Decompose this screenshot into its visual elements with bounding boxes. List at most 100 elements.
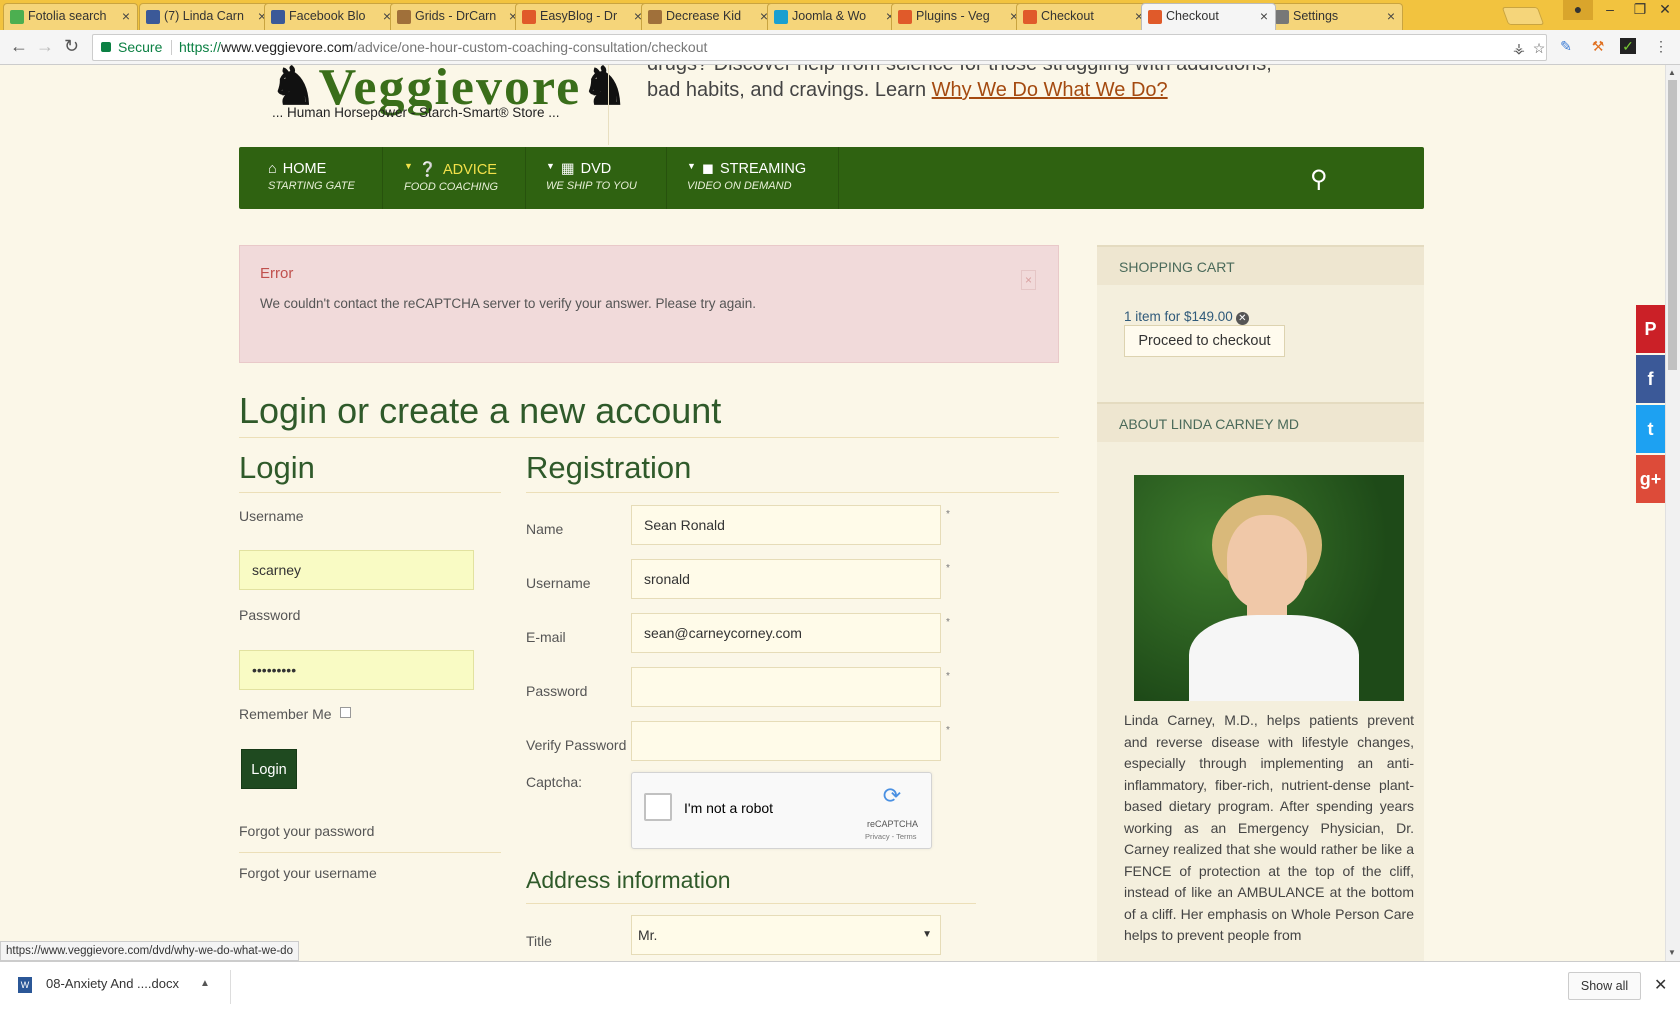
reg-verify-password-input[interactable]: [631, 721, 941, 761]
fotolia-icon: [10, 10, 24, 24]
nav-home[interactable]: ⌂ HOME STARTING GATE: [239, 147, 383, 209]
download-item[interactable]: W 08-Anxiety And ....docx: [18, 976, 179, 993]
store-tagline: ... Human Horsepower - Starch-Smart® Sto…: [272, 105, 560, 120]
veggievore-icon: [522, 10, 536, 24]
recaptcha-brand: reCAPTCHA: [867, 819, 919, 829]
tab-close-icon[interactable]: ×: [1387, 4, 1395, 29]
error-message: We couldn't contact the reCAPTCHA server…: [260, 296, 757, 311]
close-icon[interactable]: ×: [1021, 270, 1036, 290]
url-input[interactable]: Secure https://www.veggievore.com/advice…: [92, 34, 1547, 61]
header-intro: drugs? Discover help from science for th…: [647, 65, 1272, 101]
hammer-extension-icon[interactable]: ⚒: [1590, 38, 1606, 54]
error-title: Error: [260, 265, 294, 282]
lock-icon: [101, 42, 111, 52]
reg-email-label: E-mail: [526, 629, 566, 645]
browser-tab[interactable]: Grids - DrCarn ×: [390, 3, 525, 30]
word-document-icon: W: [18, 976, 32, 993]
recaptcha-terms-link[interactable]: Privacy - Terms: [865, 832, 917, 841]
header-divider: [608, 65, 609, 145]
remove-item-icon[interactable]: ✕: [1235, 312, 1249, 325]
browser-tab[interactable]: Settings ×: [1268, 3, 1403, 30]
why-we-do-link[interactable]: Why We Do What We Do?: [932, 79, 1168, 101]
reg-username-input[interactable]: sronald: [631, 559, 941, 599]
bookmark-star-icon[interactable]: ☆: [1531, 40, 1547, 56]
shopping-cart-heading: SHOPPING CART: [1097, 245, 1424, 285]
recaptcha-checkbox[interactable]: [644, 793, 672, 821]
search-icon[interactable]: ⚲: [1310, 165, 1328, 194]
facebook-icon: f: [1647, 369, 1654, 389]
profile-icon[interactable]: ●: [1563, 0, 1593, 20]
nav-advice[interactable]: ▼ ❔ ADVICE FOOD COACHING: [383, 147, 526, 209]
divider: [526, 492, 1059, 493]
tab-title: (7) Linda Carn: [164, 9, 244, 23]
reg-name-label: Name: [526, 521, 564, 537]
google-plus-share-button[interactable]: g+: [1636, 455, 1665, 503]
remember-me-checkbox[interactable]: [340, 707, 351, 718]
login-button[interactable]: Login: [241, 749, 297, 789]
forgot-password-link[interactable]: Forgot your password: [239, 823, 374, 839]
registration-heading: Registration: [526, 450, 692, 485]
show-all-downloads-button[interactable]: Show all: [1568, 972, 1641, 1000]
required-mark: *: [946, 725, 950, 736]
chevron-down-icon: ▼: [922, 929, 932, 940]
browser-tab[interactable]: Fotolia search ×: [3, 3, 138, 30]
browser-tab[interactable]: Checkout ×: [1141, 3, 1276, 30]
back-arrow-icon[interactable]: ←: [10, 36, 28, 57]
url-text: https://www.veggievore.com/advice/one-ho…: [179, 39, 708, 55]
browser-tab[interactable]: EasyBlog - Dr ×: [515, 3, 650, 30]
proceed-to-checkout-button[interactable]: Proceed to checkout: [1124, 325, 1285, 357]
pinterest-icon: P: [1644, 319, 1657, 339]
checkmark-extension-icon[interactable]: ✓: [1620, 38, 1636, 54]
forward-arrow-icon[interactable]: →: [36, 36, 54, 57]
divider: [239, 437, 1059, 438]
minimize-button[interactable]: –: [1595, 0, 1625, 20]
browser-tab[interactable]: Facebook Blo ×: [264, 3, 399, 30]
recaptcha-logo-icon: ⟳: [882, 783, 902, 808]
new-tab-button[interactable]: [1501, 7, 1545, 25]
close-icon[interactable]: ✕: [1654, 975, 1667, 995]
tab-close-icon[interactable]: ×: [122, 4, 130, 29]
reload-icon[interactable]: ↻: [64, 36, 79, 57]
main-navigation: ⌂ HOME STARTING GATE ▼ ❔ ADVICE FOOD COACHI…: [239, 147, 1424, 209]
gear-icon: [1275, 10, 1289, 24]
browser-tab[interactable]: Joomla & Wo ×: [767, 3, 902, 30]
google-plus-icon: g+: [1639, 469, 1662, 489]
reg-email-input[interactable]: sean@carneycorney.com: [631, 613, 941, 653]
scroll-down-arrow-icon[interactable]: ▼: [1668, 948, 1676, 957]
veggievore-icon: [1148, 10, 1162, 24]
browser-tab[interactable]: Plugins - Veg ×: [891, 3, 1026, 30]
required-mark: *: [946, 617, 950, 628]
pinterest-share-button[interactable]: P: [1636, 305, 1665, 353]
twitter-share-button[interactable]: t: [1636, 405, 1665, 453]
address-title-label: Title: [526, 933, 552, 949]
tab-title: EasyBlog - Dr: [540, 9, 618, 23]
reg-name-input[interactable]: Sean Ronald: [631, 505, 941, 545]
chevron-up-icon[interactable]: ▲: [200, 978, 210, 989]
reg-password-input[interactable]: [631, 667, 941, 707]
login-username-input[interactable]: scarney: [239, 550, 474, 590]
tab-title: Settings: [1293, 9, 1339, 23]
home-icon: ⌂: [268, 161, 277, 177]
address-title-select[interactable]: Mr. ▼: [631, 915, 941, 955]
menu-kebab-icon[interactable]: ⋮: [1653, 38, 1669, 54]
tab-title: Decrease Kid: [666, 9, 742, 23]
divider: [230, 970, 231, 1004]
browser-tab[interactable]: Decrease Kid ×: [641, 3, 776, 30]
facebook-share-button[interactable]: f: [1636, 355, 1665, 403]
browser-tab[interactable]: (7) Linda Carn ×: [139, 3, 274, 30]
forgot-username-link[interactable]: Forgot your username: [239, 865, 377, 881]
login-password-input[interactable]: •••••••••: [239, 650, 474, 690]
close-window-button[interactable]: ✕: [1650, 0, 1680, 20]
key-icon[interactable]: ⚶: [1511, 40, 1527, 56]
nav-streaming[interactable]: ▼ ◼ STREAMING VIDEO ON DEMAND: [667, 147, 839, 209]
required-mark: *: [946, 509, 950, 520]
web-page: ♞Veggievore♞ ... Human Horsepower - Star…: [0, 65, 1665, 961]
scroll-up-arrow-icon[interactable]: ▲: [1668, 68, 1676, 77]
tab-close-icon[interactable]: ×: [1260, 4, 1268, 29]
nav-dvd[interactable]: ▼ ▦ DVD WE SHIP TO YOU: [526, 147, 667, 209]
scrollbar-thumb[interactable]: [1668, 80, 1677, 370]
eyedropper-extension-icon[interactable]: ✎: [1558, 38, 1574, 54]
recaptcha-widget: I'm not a robot ⟳ reCAPTCHA Privacy - Te…: [631, 772, 932, 849]
browser-tab[interactable]: Checkout ×: [1016, 3, 1151, 30]
reg-password-label: Password: [526, 683, 588, 699]
